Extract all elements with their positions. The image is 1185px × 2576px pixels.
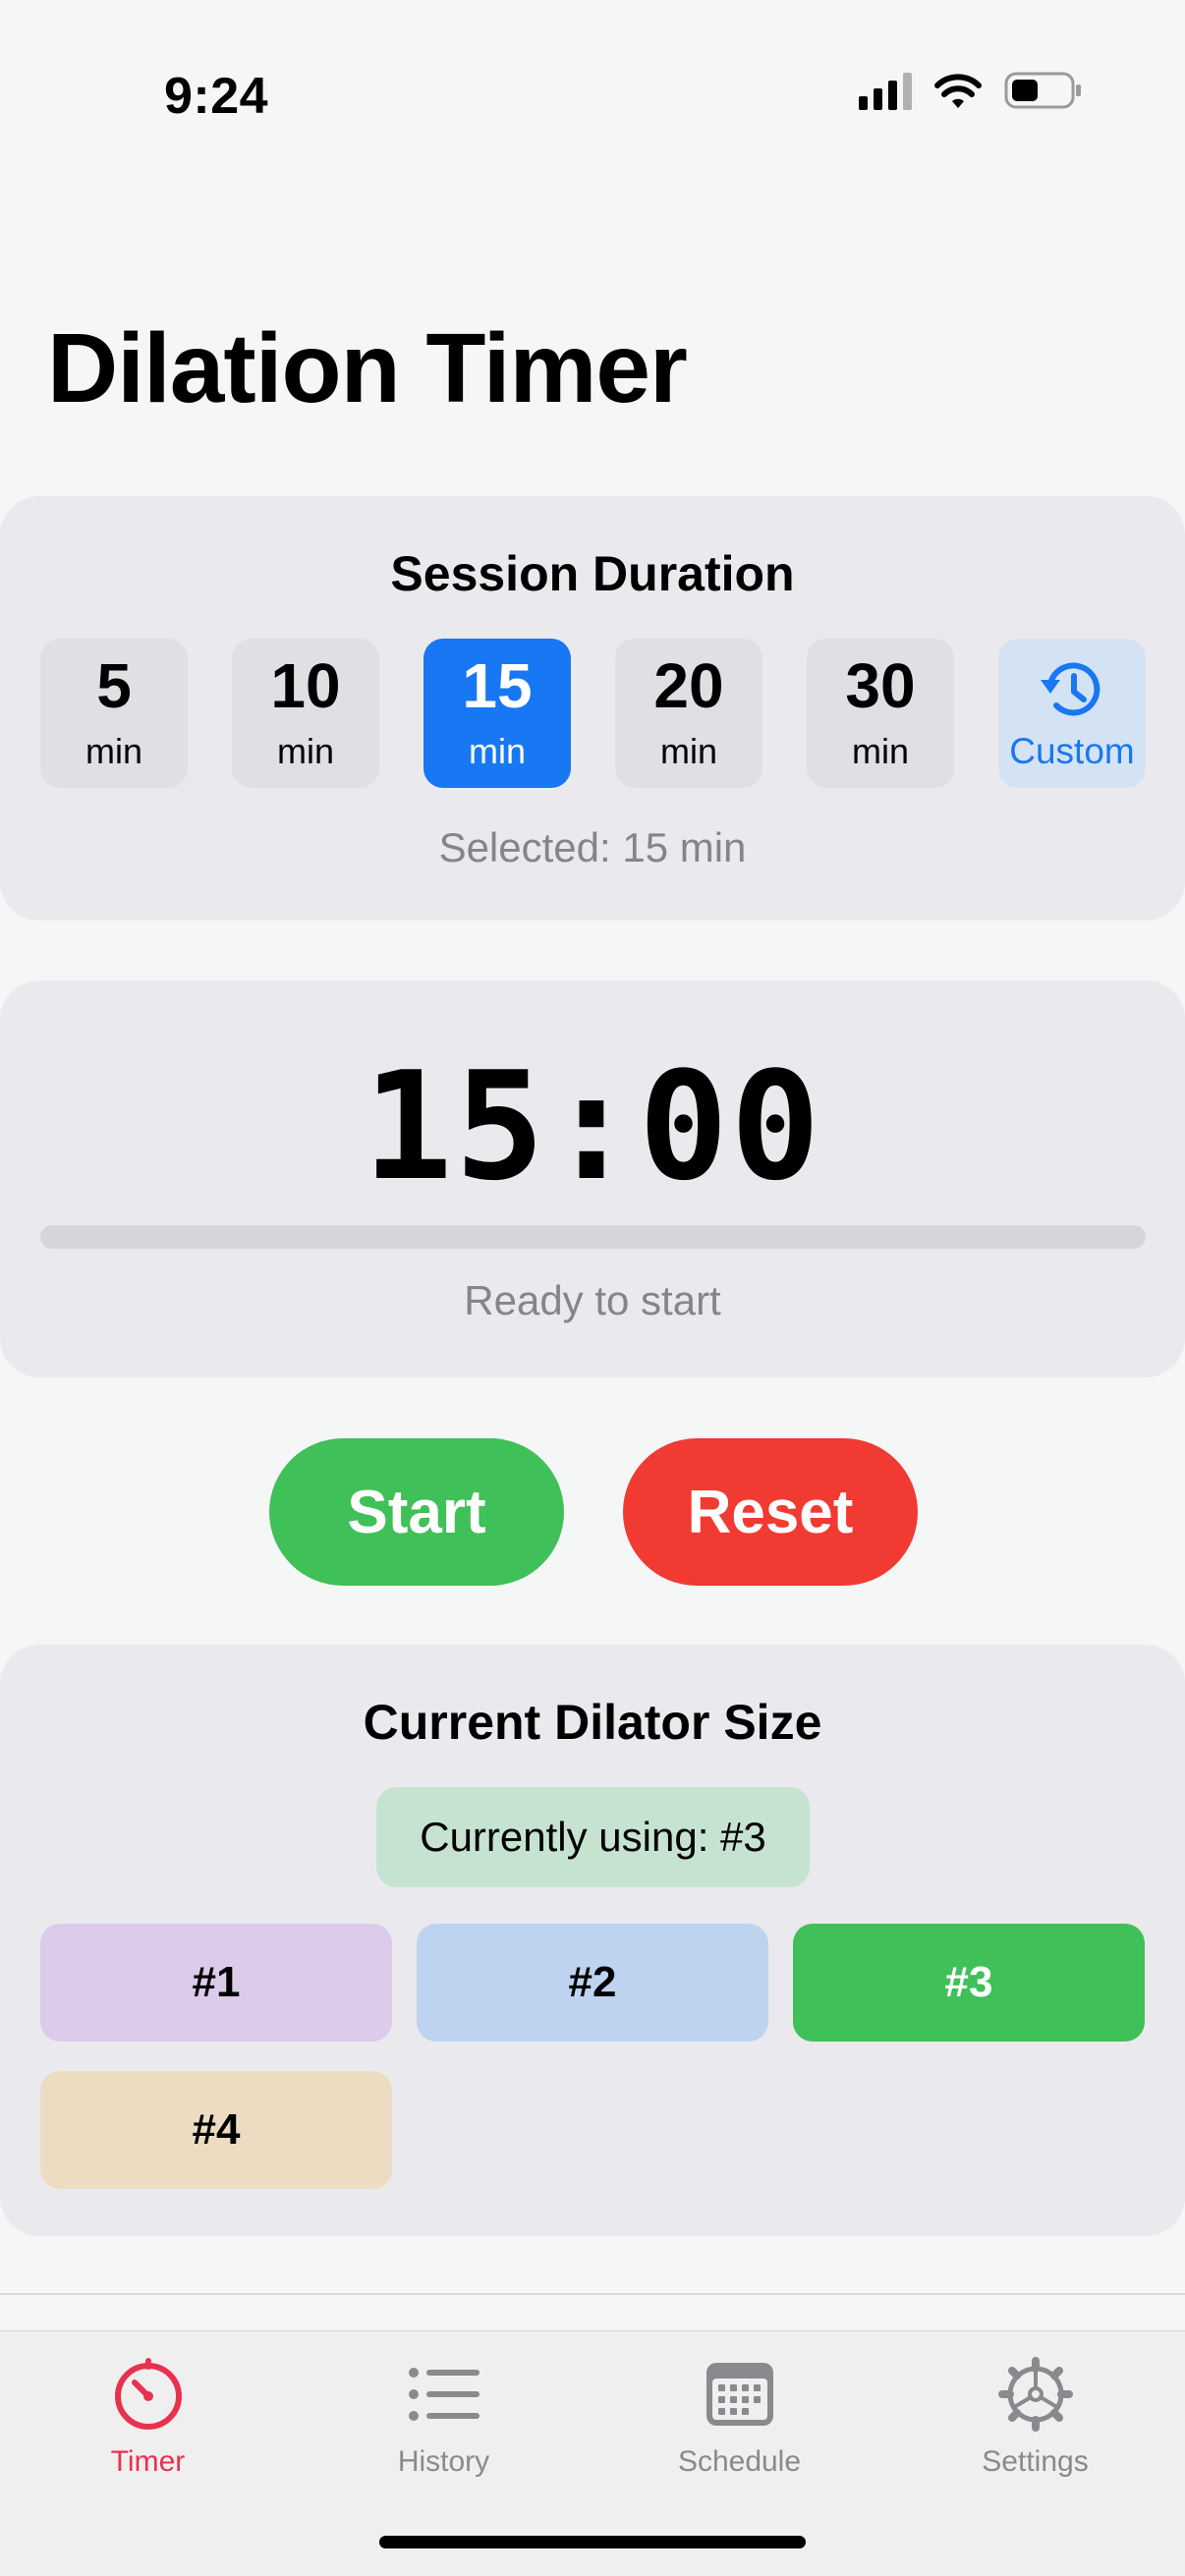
duration-value: 30 [845,650,916,721]
duration-option-20[interactable]: 20 min [615,639,762,788]
session-duration-heading: Session Duration [390,546,795,601]
dilator-size-1-button[interactable]: #1 [40,1924,392,2042]
duration-option-15[interactable]: 15 min [423,639,571,788]
session-duration-card: Session Duration 5 min 10 min 15 min 20 … [0,496,1185,921]
tab-timer[interactable]: Timer [0,2331,296,2498]
start-button[interactable]: Start [269,1438,564,1586]
list-icon [407,2355,481,2434]
page-title: Dilation Timer [47,313,688,423]
timer-icon [111,2355,186,2434]
timer-display: 15:00 [363,1039,822,1213]
clock-history-icon [1041,662,1100,716]
dilator-size-card: Current Dilator Size Currently using: #3… [0,1645,1185,2236]
home-indicator [379,2536,806,2548]
dilator-size-3-button[interactable]: #3 [793,1924,1145,2042]
dilator-size-heading: Current Dilator Size [363,1695,822,1750]
selected-duration-text: Selected: 15 min [438,824,747,870]
duration-unit: min [659,731,717,771]
cellular-signal-icon [859,71,912,110]
status-icons [859,71,1083,110]
duration-option-custom[interactable]: Custom [998,639,1146,788]
current-dilator-badge: Currently using: #3 [376,1787,810,1887]
tab-schedule[interactable]: Schedule [592,2331,887,2498]
tab-label: Schedule [677,2445,802,2478]
gear-icon [997,2355,1073,2434]
tab-settings[interactable]: Settings [887,2331,1183,2498]
duration-unit: min [276,731,334,771]
tab-history[interactable]: History [296,2331,592,2498]
duration-unit: min [468,731,526,771]
duration-options: 5 min 10 min 15 min 20 min 30 min Custom [40,639,1146,788]
duration-unit: min [85,731,142,771]
duration-value: 5 [96,650,132,721]
timer-status: Ready to start [464,1277,721,1323]
duration-option-10[interactable]: 10 min [232,639,379,788]
custom-label: Custom [1009,731,1135,771]
duration-unit: min [851,731,909,771]
calendar-icon [705,2355,775,2434]
dilator-size-4-button[interactable]: #4 [40,2071,392,2189]
timer-card: 15:00 Ready to start [0,980,1185,1377]
tab-label: Timer [110,2445,186,2478]
status-bar: 9:24 [0,0,1185,196]
duration-option-5[interactable]: 5 min [40,639,188,788]
duration-value: 15 [462,650,533,721]
duration-option-30[interactable]: 30 min [807,639,954,788]
timer-progress-bar [40,1225,1146,1249]
wifi-icon [934,74,982,108]
battery-icon [1004,72,1081,109]
duration-value: 20 [653,650,724,721]
duration-value: 10 [270,650,341,721]
reset-button[interactable]: Reset [623,1438,918,1586]
tab-label: Settings [982,2445,1089,2478]
tab-label: History [397,2445,490,2478]
status-time: 9:24 [164,68,269,125]
divider [0,2293,1185,2295]
dilator-size-2-button[interactable]: #2 [417,1924,768,2042]
